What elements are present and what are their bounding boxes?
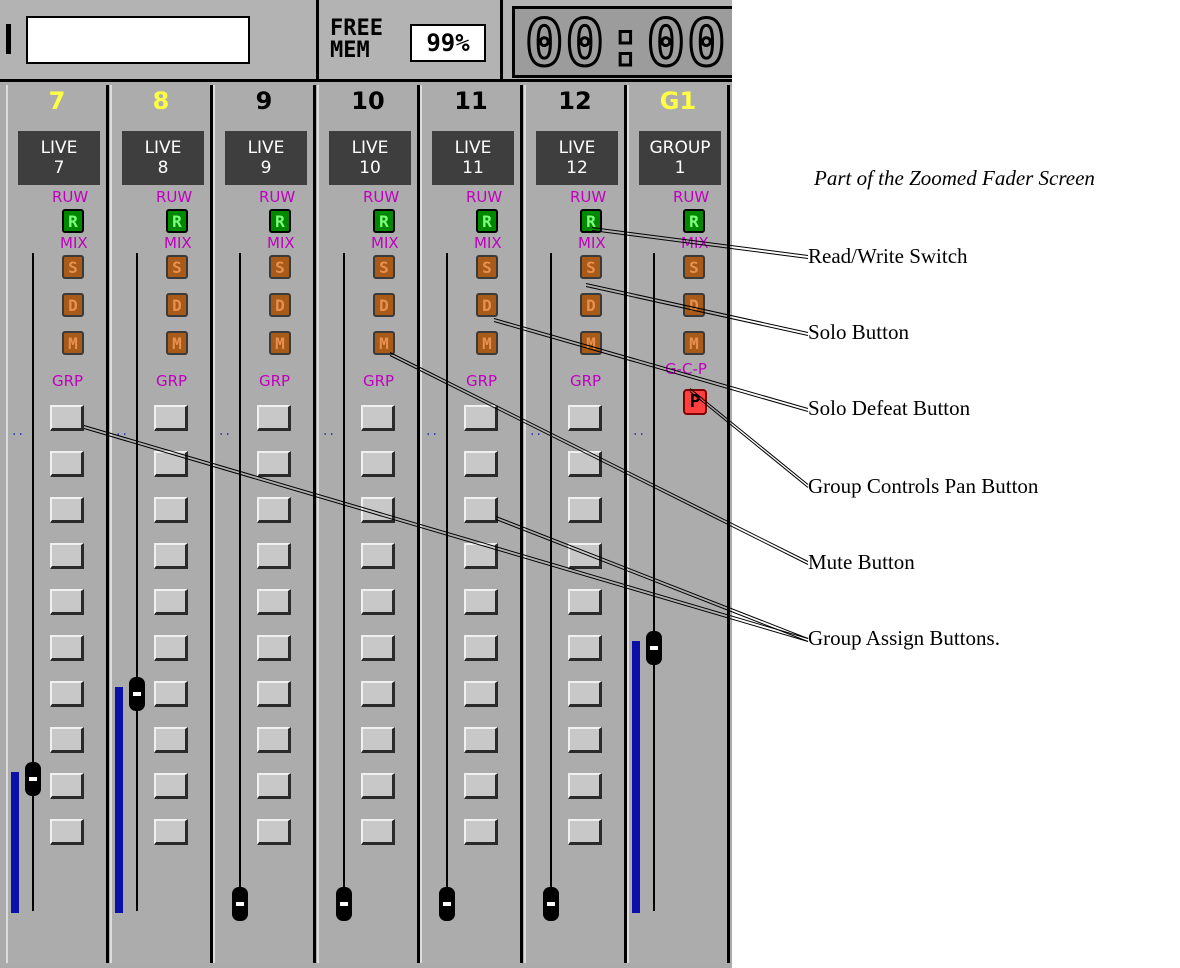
callout-leader-line <box>389 355 809 565</box>
callout-solo-defeat: Solo Defeat Button <box>808 396 971 420</box>
callout-leader-line <box>495 516 809 639</box>
callout-read-write: Read/Write Switch <box>808 244 968 268</box>
callout-leader-line <box>493 318 809 409</box>
callout-leader-line <box>493 321 809 412</box>
callout-group-pan: Group Controls Pan Button <box>808 474 1039 498</box>
callout-leader-line <box>585 283 809 333</box>
callout-leader-line <box>585 286 809 336</box>
callout-leader-line <box>83 425 809 639</box>
callout-leader-line <box>689 391 809 488</box>
callout-leader-line <box>83 428 809 642</box>
callout-mute: Mute Button <box>808 550 915 574</box>
callout-leader-line <box>689 388 809 485</box>
callout-leader-line <box>389 352 809 562</box>
callout-group-assign: Group Assign Buttons. <box>808 626 1000 650</box>
callout-solo: Solo Button <box>808 320 909 344</box>
callout-leader-line <box>591 227 809 256</box>
callout-leader-line <box>591 230 809 259</box>
figure-caption: Part of the Zoomed Fader Screen <box>814 166 1095 190</box>
